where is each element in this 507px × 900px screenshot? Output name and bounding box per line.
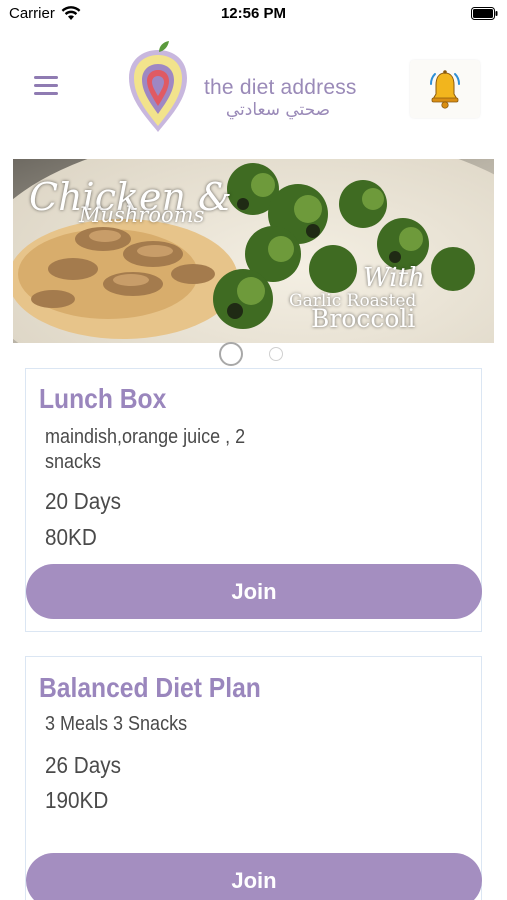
- brand-tagline-arabic: صحتي سعادتي: [225, 100, 331, 120]
- plan-title: Lunch Box: [39, 383, 167, 414]
- plan-card: Lunch Box maindish,orange juice , 2 snac…: [25, 368, 482, 632]
- join-button[interactable]: Join: [26, 853, 482, 900]
- plan-price: 80KD: [45, 524, 97, 550]
- app-header: the diet address صحتي سعادتي: [0, 34, 507, 144]
- bell-icon: [429, 70, 461, 109]
- carousel-dot-active[interactable]: [219, 342, 243, 366]
- brand-name: the diet address: [204, 76, 357, 99]
- banner-subtitle: Mushrooms: [79, 203, 205, 227]
- plan-price: 190KD: [45, 787, 109, 813]
- carousel-dot[interactable]: [269, 347, 283, 361]
- join-button[interactable]: Join: [26, 564, 482, 619]
- plan-description: 3 Meals 3 Snacks: [45, 713, 188, 735]
- status-bar: Carrier 12:56 PM: [0, 0, 507, 30]
- plan-duration: 26 Days: [45, 752, 121, 778]
- plan-title: Balanced Diet Plan: [39, 672, 261, 703]
- carousel-pager: [0, 342, 507, 366]
- plan-card: Balanced Diet Plan 3 Meals 3 Snacks 26 D…: [25, 656, 482, 900]
- logo-pin-icon: [129, 41, 187, 132]
- notifications-button[interactable]: [410, 60, 480, 118]
- banner-side-title: Broccoli: [311, 304, 416, 333]
- hamburger-menu-icon[interactable]: [34, 76, 60, 98]
- plan-description: maindish,orange juice , 2 snacks: [45, 426, 246, 473]
- plan-duration: 20 Days: [45, 488, 121, 514]
- banner-with: With: [363, 263, 425, 293]
- clock: 12:56 PM: [220, 5, 287, 22]
- promo-banner[interactable]: Chicken & Mushrooms With Garlic Roasted …: [13, 159, 494, 343]
- battery-icon: [471, 7, 498, 20]
